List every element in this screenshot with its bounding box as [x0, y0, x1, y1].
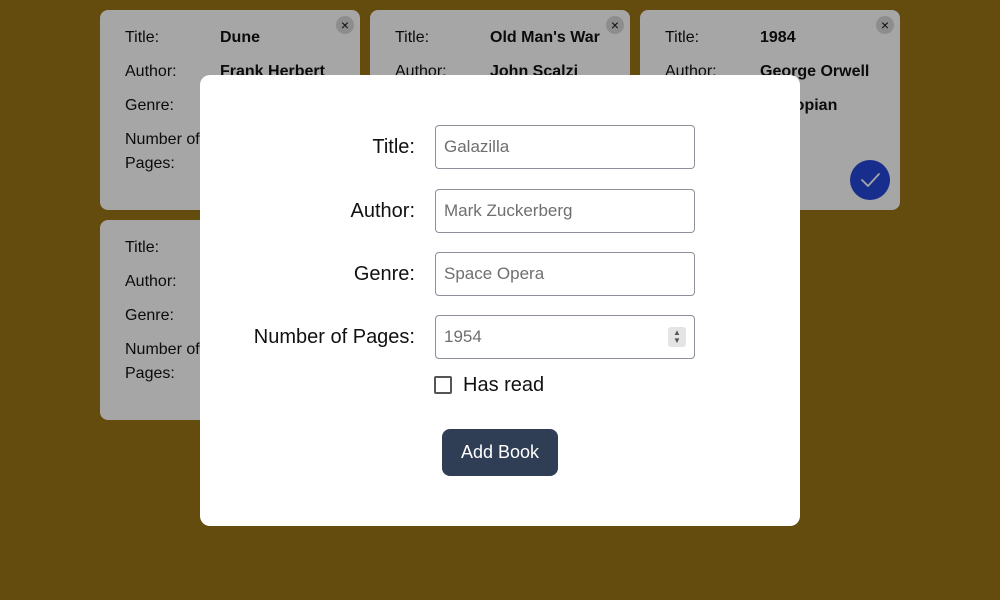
- has-read-checkbox[interactable]: [434, 376, 452, 394]
- title-row: Title:: [200, 125, 800, 169]
- genre-field-label: Genre:: [353, 263, 415, 285]
- pages-field-label: Number of Pages:: [253, 326, 415, 348]
- add-book-button[interactable]: Add Book: [442, 429, 558, 476]
- author-row: Author:: [200, 189, 800, 233]
- has-read-row: Has read: [434, 374, 544, 396]
- has-read-label: Has read: [463, 373, 545, 396]
- title-field-label: Title:: [372, 136, 415, 158]
- genre-row: Genre:: [200, 252, 800, 296]
- add-book-dialog: Title: Author: Genre: Number of Pages: ▲…: [200, 75, 800, 526]
- author-field-label: Author:: [350, 200, 415, 222]
- pages-stepper[interactable]: ▲ ▼: [668, 327, 686, 347]
- genre-input[interactable]: [435, 252, 695, 296]
- pages-input[interactable]: [435, 315, 695, 359]
- author-input[interactable]: [435, 189, 695, 233]
- title-input[interactable]: [435, 125, 695, 169]
- pages-row: Number of Pages: ▲ ▼: [200, 315, 800, 359]
- chevron-down-icon[interactable]: ▼: [673, 337, 681, 345]
